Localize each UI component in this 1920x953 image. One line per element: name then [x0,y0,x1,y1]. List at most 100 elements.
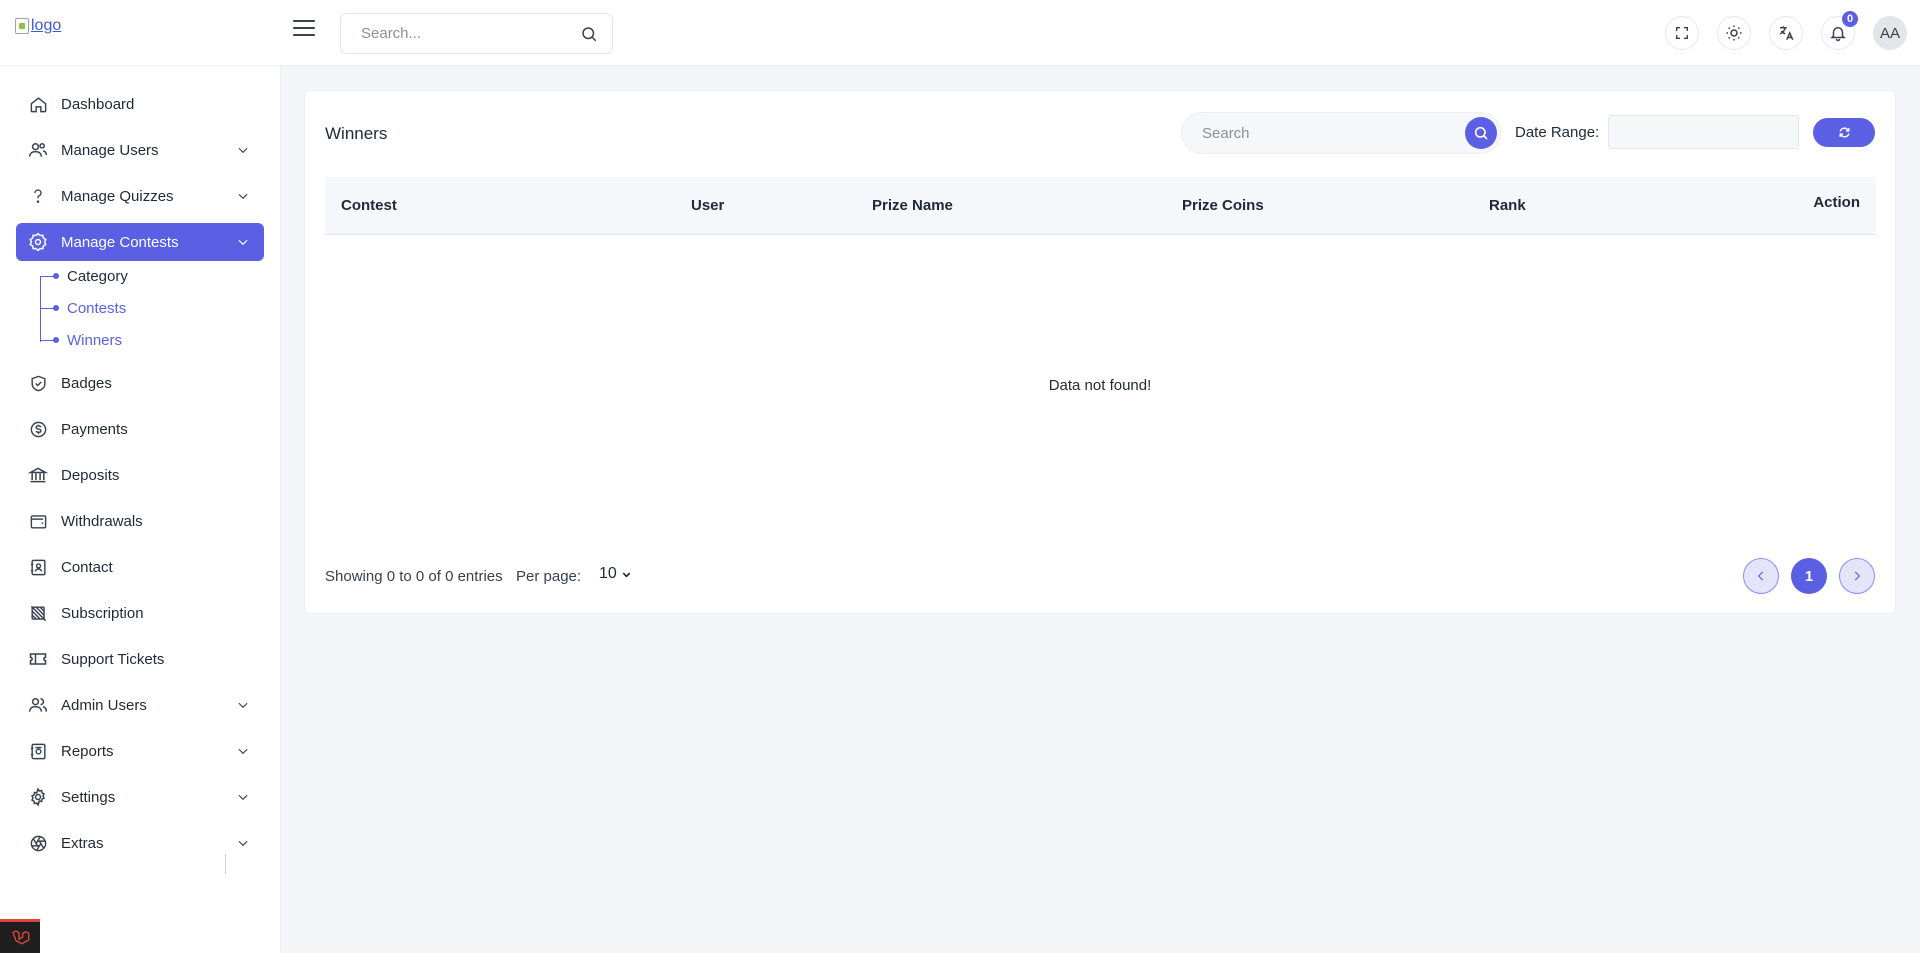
gear-icon [28,787,48,807]
pagination-prev-button[interactable] [1743,558,1779,594]
sidebar-item-label: Badges [61,374,112,392]
chevron-down-icon [238,748,248,755]
sidebar-item-manage-users[interactable]: Manage Users [16,131,264,169]
sidebar-item-label: Admin Users [61,696,147,714]
sidebar-subitem-winners[interactable]: Winners [40,328,122,352]
sidebar-item-badges[interactable]: Badges [16,364,264,402]
search-icon [1474,126,1488,140]
sidebar-item-contact[interactable]: Contact [16,548,264,586]
table-search-input[interactable] [1202,124,1500,142]
search-icon[interactable] [580,25,598,43]
sidebar-item-label: Contact [61,558,113,576]
question-icon [28,186,48,206]
aperture-icon [28,833,48,853]
logo[interactable]: logo [15,17,61,35]
badge-gear-icon [28,232,48,252]
report-icon [28,741,48,761]
sidebar-item-label: Manage Quizzes [61,187,174,205]
sidebar-subitem-label: Category [67,267,128,285]
per-page-value: 10 [599,565,617,582]
sidebar-item-settings[interactable]: Settings [16,778,264,816]
sidebar-subitem-label: Contests [67,299,127,317]
laravel-icon [12,929,30,945]
sidebar-item-deposits[interactable]: Deposits [16,456,264,494]
reset-filters-button[interactable] [1813,118,1875,147]
global-search [340,13,613,54]
sidebar-item-label: Withdrawals [61,512,143,530]
table-header: Contest User Prize Name Prize Coins Rank… [325,177,1876,235]
pagination-page-button[interactable]: 1 [1791,558,1827,594]
sidebar-item-label: Extras [61,834,104,852]
empty-state-message: Data not found! [1048,377,1152,394]
column-header-action: Action [1813,194,1860,211]
chevron-down-icon [238,239,248,246]
sidebar-item-subscription[interactable]: Subscription [16,594,264,632]
table-search [1181,112,1501,154]
global-search-input[interactable] [361,25,580,42]
shield-check-icon [28,373,48,393]
subscription-icon [28,603,48,623]
logo-alt-text: logo [31,17,62,34]
language-button[interactable] [1769,16,1803,50]
sidebar-item-label: Deposits [61,466,120,484]
top-header: logo 0 AA [0,0,1920,66]
column-header-prize-coins[interactable]: Prize Coins [1182,197,1264,214]
sidebar-item-label: Dashboard [61,95,135,113]
column-header-prize-name[interactable]: Prize Name [872,197,953,214]
table-search-button[interactable] [1465,117,1497,149]
sidebar-item-dashboard[interactable]: Dashboard [16,85,264,123]
fullscreen-button[interactable] [1665,16,1699,50]
notification-count-badge: 0 [1842,11,1858,27]
column-header-user[interactable]: User [691,197,724,214]
chevron-down-icon [238,840,248,847]
page-title: Winners [325,124,388,143]
sidebar-item-label: Reports [61,742,114,760]
chevron-down-icon [238,147,248,154]
menu-toggle-button[interactable] [293,20,315,40]
date-range-label: Date Range: [1515,124,1600,141]
users-icon [28,140,48,160]
debugbar-toggle-button[interactable] [0,919,40,953]
sidebar-item-label: Settings [61,788,116,806]
entries-summary: Showing 0 to 0 of 0 entries [325,568,503,585]
broken-image-icon [15,18,29,34]
sidebar-item-manage-contests[interactable]: Manage Contests [16,223,264,261]
chevron-down-icon [238,193,248,200]
sidebar-subitem-label: Winners [67,331,123,349]
sidebar-item-extras[interactable]: Extras [16,824,264,862]
pagination-next-button[interactable] [1839,558,1875,594]
date-range-input[interactable] [1608,115,1799,149]
translate-icon [1779,26,1794,41]
sidebar: Dashboard Manage Users Manage Quizzes Ma… [0,66,281,953]
contact-book-icon [28,557,48,577]
column-header-rank[interactable]: Rank [1489,197,1526,214]
winners-card: Winners Date Range: Contest User Prize N… [304,90,1896,614]
notifications-button[interactable]: 0 [1821,11,1858,50]
sidebar-item-reports[interactable]: Reports [16,732,264,770]
sidebar-item-label: Support Tickets [61,650,165,668]
chevron-down-icon [238,794,248,801]
sidebar-subitem-category[interactable]: Category [40,264,128,288]
bell-icon [1830,27,1846,42]
per-page-label: Per page: [516,568,582,585]
sun-icon [1726,25,1742,41]
sidebar-item-withdrawals[interactable]: Withdrawals [16,502,264,540]
sidebar-item-label: Manage Contests [61,233,179,251]
home-icon [28,94,48,114]
avatar[interactable]: AA [1873,16,1907,50]
sidebar-item-admin-users[interactable]: Admin Users [16,686,264,724]
fullscreen-icon [1676,27,1688,39]
column-header-contest[interactable]: Contest [341,197,397,214]
sidebar-item-payments[interactable]: Payments [16,410,264,448]
bank-icon [28,465,48,485]
theme-toggle-button[interactable] [1717,16,1751,50]
per-page-select[interactable]: 10 [599,565,632,583]
sidebar-item-manage-quizzes[interactable]: Manage Quizzes [16,177,264,215]
sidebar-item-support-tickets[interactable]: Support Tickets [16,640,264,678]
sidebar-item-label: Subscription [61,604,144,622]
ticket-icon [28,649,48,669]
sidebar-subitem-contests[interactable]: Contests [40,296,126,320]
sidebar-item-label: Manage Users [61,141,159,159]
sidebar-item-label: Payments [61,420,128,438]
chevron-down-icon [622,572,631,577]
